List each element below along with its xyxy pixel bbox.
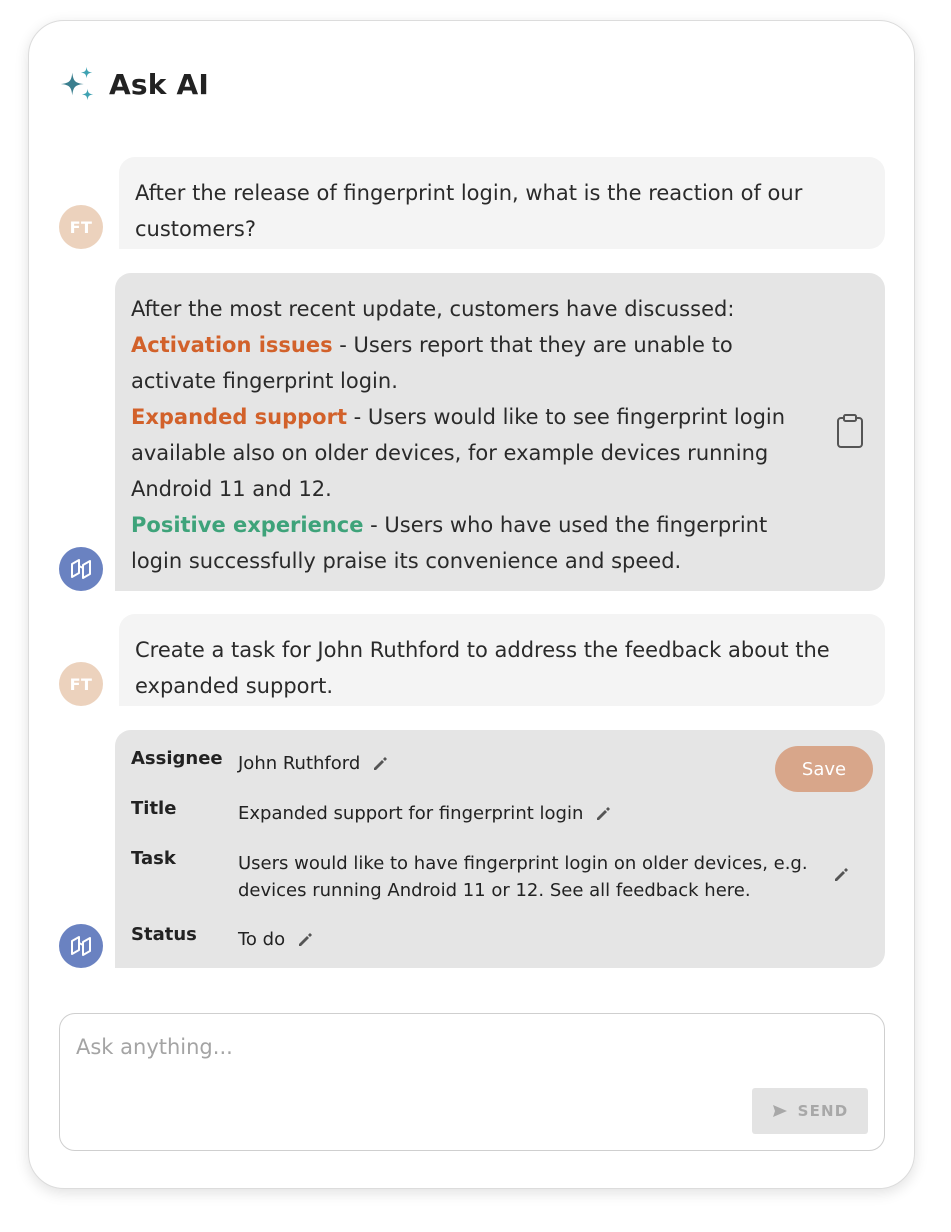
- user-avatar: FT: [59, 205, 103, 249]
- assistant-answer: After the most recent update, customers …: [131, 291, 811, 579]
- sparkles-icon: [60, 66, 94, 101]
- status-value: To do: [238, 926, 313, 953]
- edit-pencil-icon[interactable]: [372, 756, 388, 772]
- task-description: Users would like to have fingerprint log…: [238, 850, 808, 904]
- send-button[interactable]: SEND: [752, 1088, 868, 1134]
- edit-pencil-icon[interactable]: [595, 806, 611, 822]
- ask-input[interactable]: [76, 1030, 856, 1064]
- assistant-task-message: Assignee John Ruthford Title Expanded su…: [59, 730, 885, 968]
- copy-clipboard-icon[interactable]: [835, 413, 865, 449]
- title-label: Title: [131, 798, 177, 819]
- answer-topic: Expanded support - Users would like to s…: [131, 399, 811, 507]
- user-message-bubble: Create a task for John Ruthford to addre…: [119, 614, 885, 706]
- answer-intro: After the most recent update, customers …: [131, 297, 735, 321]
- save-button[interactable]: Save: [775, 746, 873, 792]
- assistant-logo-icon: [71, 559, 91, 579]
- panel-header: Ask AI: [59, 65, 209, 103]
- assistant-message: After the most recent update, customers …: [59, 273, 885, 591]
- send-arrow-icon: [772, 1105, 787, 1117]
- topic-label: Expanded support: [131, 405, 347, 429]
- assistant-logo-icon: [71, 936, 91, 956]
- assignee-name: John Ruthford: [238, 753, 361, 774]
- user-message-bubble: After the release of fingerprint login, …: [119, 157, 885, 249]
- task-status: To do: [238, 929, 286, 950]
- assistant-message-bubble: After the most recent update, customers …: [115, 273, 885, 591]
- task-card: Assignee John Ruthford Title Expanded su…: [115, 730, 885, 968]
- task-label: Task: [131, 848, 176, 869]
- status-label: Status: [131, 924, 197, 945]
- task-title: Expanded support for fingerprint login: [238, 803, 584, 824]
- assistant-avatar: [59, 924, 103, 968]
- task-description-line: devices running Android 11 or 12. See al…: [238, 880, 751, 901]
- send-label: SEND: [797, 1102, 849, 1120]
- answer-topic: Positive experience - Users who have use…: [131, 507, 811, 579]
- ask-ai-panel: Ask AI FT After the release of fingerpri…: [28, 20, 915, 1189]
- topic-label: Positive experience: [131, 513, 364, 537]
- edit-pencil-icon[interactable]: [833, 867, 849, 883]
- user-message: FT Create a task for John Ruthford to ad…: [59, 614, 885, 706]
- assignee-label: Assignee: [131, 748, 223, 769]
- assistant-avatar: [59, 547, 103, 591]
- task-description-line: Users would like to have fingerprint log…: [238, 853, 808, 874]
- assignee-value: John Ruthford: [238, 750, 388, 777]
- topic-label: Activation issues: [131, 333, 333, 357]
- user-message: FT After the release of fingerprint logi…: [59, 157, 885, 249]
- user-avatar: FT: [59, 662, 103, 706]
- title-value: Expanded support for fingerprint login: [238, 800, 611, 827]
- panel-title: Ask AI: [109, 67, 209, 101]
- composer: SEND: [59, 1013, 885, 1151]
- answer-topic: Activation issues - Users report that th…: [131, 327, 811, 399]
- edit-pencil-icon[interactable]: [297, 932, 313, 948]
